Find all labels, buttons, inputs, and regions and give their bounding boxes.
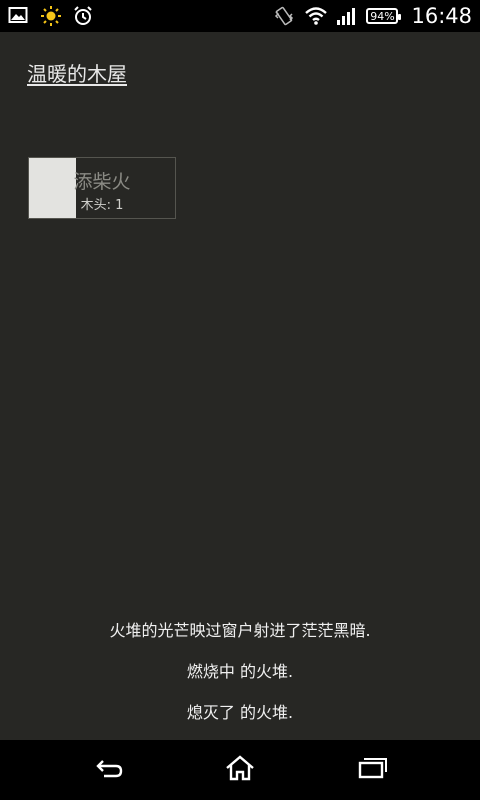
wood-cost-label: 木头: 1 [80,198,124,213]
battery-indicator: 94% [366,8,402,24]
log-line: 燃烧中 的火堆. [186,662,294,681]
event-log: 火堆的光芒映过窗户射进了茫茫黑暗. 燃烧中 的火堆. 熄灭了 的火堆. [0,615,480,738]
signal-icon [335,5,357,27]
log-line: 熄灭了 的火堆. [186,703,294,722]
recent-apps-button[interactable] [352,754,392,786]
navigation-bar [0,740,480,800]
image-icon [8,5,30,27]
back-icon [92,756,124,784]
home-icon [224,754,256,786]
back-button[interactable] [88,754,128,786]
add-firewood-button[interactable]: 添柴火 木头: 1 [28,157,176,219]
vibrate-icon [273,5,295,27]
screen: 94% 16:48 温暖的木屋 添柴火 木头: 1 火堆的光芒映过窗户射进了茫茫… [0,0,480,800]
home-button[interactable] [220,754,260,786]
add-firewood-label: 添柴火 [73,171,131,193]
brightness-icon [40,5,62,27]
page-title[interactable]: 温暖的木屋 [27,58,127,87]
status-bar-right: 94% 16:48 [273,4,472,28]
wifi-icon [304,5,328,27]
log-line: 火堆的光芒映过窗户射进了茫茫黑暗. [109,621,371,640]
status-bar-left [8,5,94,27]
status-clock: 16:48 [411,4,472,28]
status-bar: 94% 16:48 [0,0,480,32]
recent-apps-icon [356,756,388,784]
alarm-icon [72,5,94,27]
